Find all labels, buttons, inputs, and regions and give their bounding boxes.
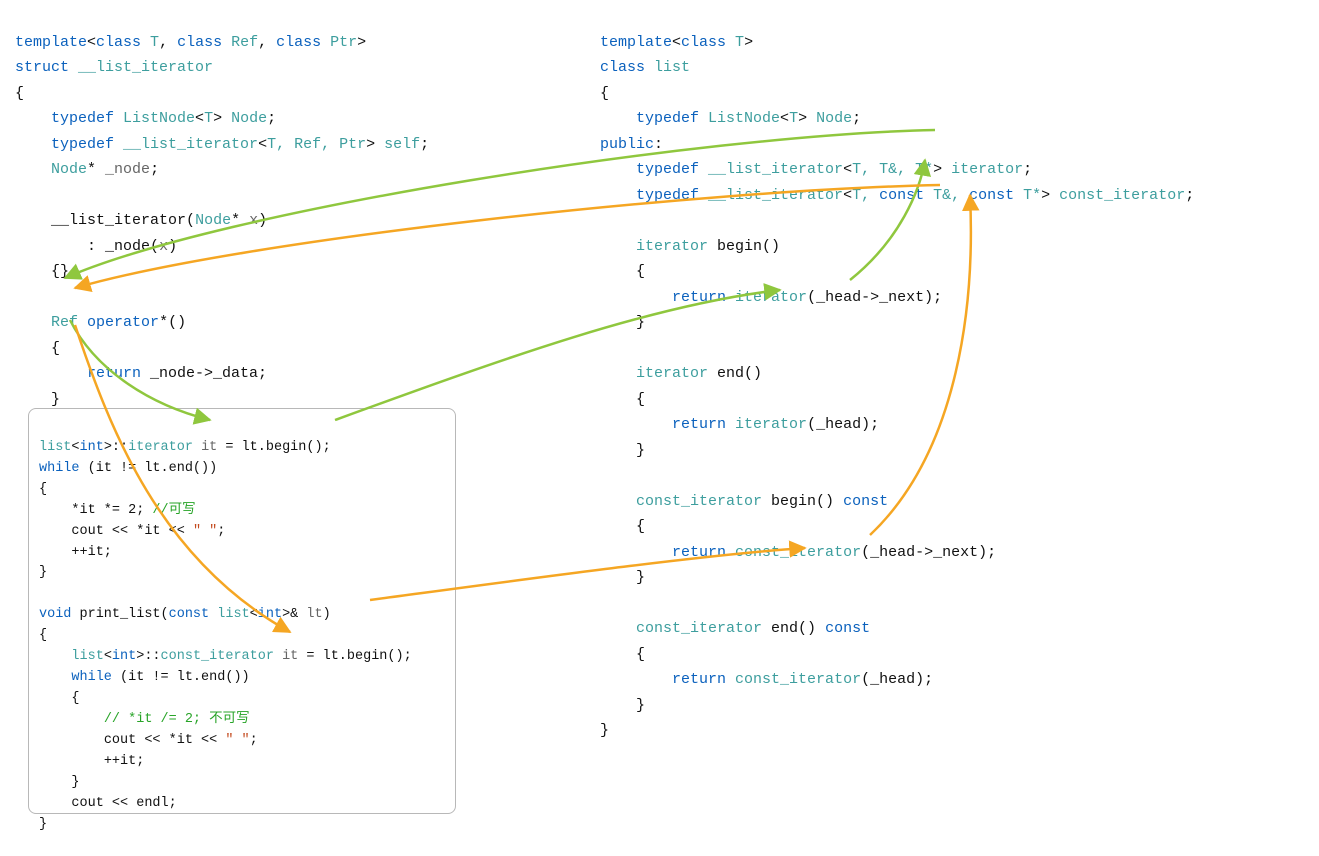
code-snippet-box: list<int>::iterator it = lt.begin(); whi…: [28, 408, 456, 814]
kw-template: template: [15, 34, 87, 51]
diagram-canvas: template<class T, class Ref, class Ptr> …: [0, 0, 1319, 844]
code-right-list: template<class T> class list { typedef L…: [600, 4, 1194, 769]
code-left-iterator: template<class T, class Ref, class Ptr> …: [15, 4, 429, 438]
kw-struct: struct: [15, 59, 69, 76]
